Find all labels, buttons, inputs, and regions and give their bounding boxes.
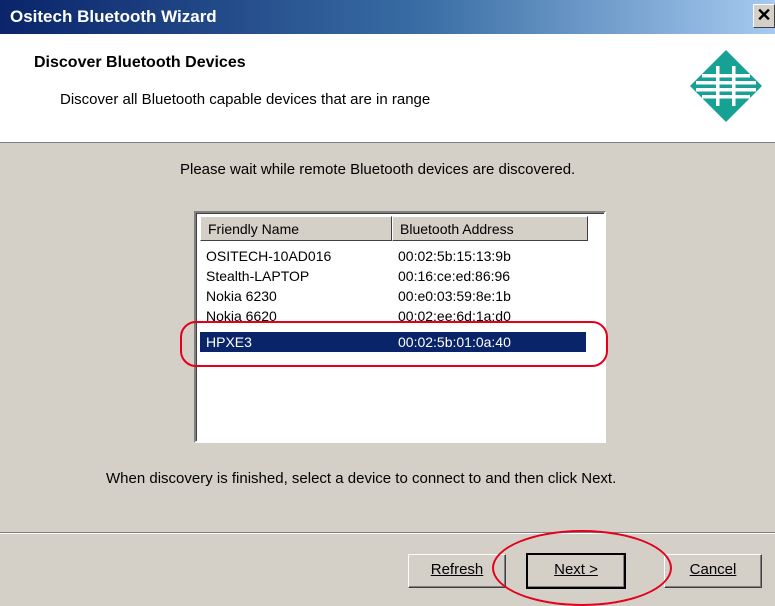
window-title: Ositech Bluetooth Wizard: [10, 7, 217, 26]
device-list[interactable]: Friendly Name Bluetooth Address OSITECH-…: [194, 211, 606, 443]
refresh-button[interactable]: Refresh: [408, 554, 506, 588]
title-bar: Ositech Bluetooth Wizard ✕: [0, 0, 775, 34]
list-item[interactable]: Stealth-LAPTOP 00:16:ce:ed:86:96: [200, 266, 586, 286]
device-address: 00:e0:03:59:8e:1b: [398, 288, 511, 304]
device-name: Nokia 6230: [206, 288, 277, 304]
device-address: 00:16:ce:ed:86:96: [398, 268, 511, 284]
list-item[interactable]: OSITECH-10AD016 00:02:5b:15:13:9b: [200, 246, 586, 266]
column-header-friendly-name[interactable]: Friendly Name: [200, 216, 392, 241]
device-address: 00:02:5b:15:13:9b: [398, 248, 511, 264]
cancel-button[interactable]: Cancel: [664, 554, 762, 588]
button-separator: [0, 532, 775, 534]
device-name: HPXE3: [206, 334, 252, 350]
close-icon: ✕: [756, 5, 772, 25]
device-name: Nokia 6620: [206, 308, 277, 324]
list-item-selected[interactable]: HPXE3 00:02:5b:01:0a:40: [200, 332, 586, 352]
wizard-header: Discover Bluetooth Devices Discover all …: [0, 34, 775, 143]
next-button[interactable]: Next >: [526, 553, 626, 589]
header-subtitle: Discover all Bluetooth capable devices t…: [60, 91, 431, 108]
discovery-prompt: Please wait while remote Bluetooth devic…: [180, 161, 576, 178]
ositech-logo-icon: [690, 50, 762, 122]
list-item[interactable]: Nokia 6620 00:02:ee:6d:1a:d0: [200, 306, 586, 326]
device-address: 00:02:5b:01:0a:40: [398, 334, 511, 350]
device-address: 00:02:ee:6d:1a:d0: [398, 308, 511, 324]
device-name: OSITECH-10AD016: [206, 248, 332, 264]
device-name: Stealth-LAPTOP: [206, 268, 310, 284]
column-header-bluetooth-address[interactable]: Bluetooth Address: [392, 216, 588, 241]
list-item[interactable]: Nokia 6230 00:e0:03:59:8e:1b: [200, 286, 586, 306]
header-title: Discover Bluetooth Devices: [34, 54, 246, 71]
close-button[interactable]: ✕: [753, 4, 775, 28]
discovery-instruction: When discovery is finished, select a dev…: [106, 470, 617, 487]
